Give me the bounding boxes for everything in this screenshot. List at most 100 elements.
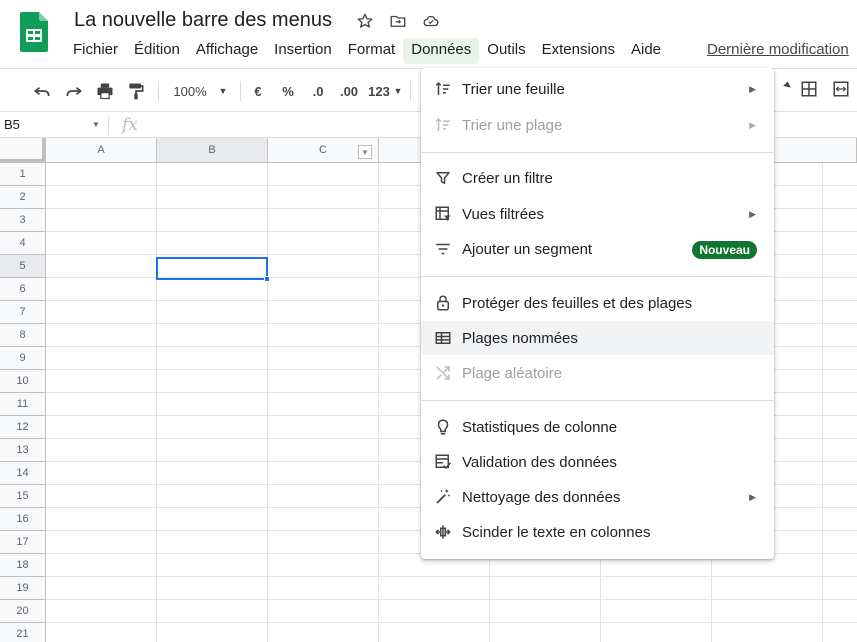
move-folder-icon[interactable] xyxy=(387,10,409,32)
row-header[interactable]: 10 xyxy=(0,370,46,393)
menu-affichage[interactable]: Affichage xyxy=(188,38,266,64)
menu-option-label: Créer un filtre xyxy=(462,169,553,187)
split-icon xyxy=(433,523,453,541)
zoom-chevron-down-icon[interactable]: ▼ xyxy=(216,79,230,103)
decrease-decimals-button[interactable]: .0 xyxy=(306,79,330,103)
fill-handle[interactable] xyxy=(264,276,270,282)
row-header[interactable]: 3 xyxy=(0,209,46,232)
menu-option-trier-feuille[interactable]: Trier une feuille ▶ xyxy=(421,72,774,106)
row-header[interactable]: 11 xyxy=(0,393,46,416)
row-header[interactable]: 5 xyxy=(0,255,46,278)
slicer-icon xyxy=(433,240,453,258)
row-header[interactable]: 18 xyxy=(0,554,46,577)
title-bar: La nouvelle barre des menus Fichier Édit… xyxy=(0,0,857,68)
row-header[interactable]: 21 xyxy=(0,623,46,642)
menu-option-proteger[interactable]: Protéger des feuilles et des plages xyxy=(421,286,774,320)
row-header[interactable]: 6 xyxy=(0,278,46,301)
row-header[interactable]: 7 xyxy=(0,301,46,324)
grid-line xyxy=(46,622,857,623)
row-header[interactable]: 19 xyxy=(0,577,46,600)
menu-divider xyxy=(421,276,774,277)
menu-option-label: Nettoyage des données xyxy=(462,488,621,506)
sort-icon xyxy=(433,80,453,98)
row-header[interactable]: 14 xyxy=(0,462,46,485)
menu-option-plages-nommees[interactable]: Plages nommées xyxy=(421,321,774,355)
menu-donnees[interactable]: Données xyxy=(403,38,480,64)
menu-outils[interactable]: Outils xyxy=(479,38,533,64)
grid-line xyxy=(267,163,268,642)
row-header[interactable]: 15 xyxy=(0,485,46,508)
merge-cells-icon[interactable] xyxy=(830,78,852,100)
formats-chevron-down-icon[interactable]: ▼ xyxy=(392,79,404,103)
formula-divider xyxy=(108,116,109,134)
more-formats-button[interactable]: 123 xyxy=(366,79,392,103)
filter-icon xyxy=(433,169,453,187)
row-header[interactable]: 8 xyxy=(0,324,46,347)
toolbar-divider xyxy=(158,81,159,101)
menu-bar: Fichier Édition Affichage Insertion Form… xyxy=(65,38,669,64)
row-header[interactable]: 17 xyxy=(0,531,46,554)
paint-format-icon[interactable] xyxy=(124,79,148,103)
column-filter-icon[interactable]: ▼ xyxy=(358,145,372,159)
menu-option-label: Protéger des feuilles et des plages xyxy=(462,294,693,312)
grid-line xyxy=(46,576,857,577)
menu-option-scinder[interactable]: Scinder le texte en colonnes xyxy=(421,515,774,549)
column-header-a[interactable]: A xyxy=(46,138,157,163)
grid-line xyxy=(378,163,379,642)
star-icon[interactable] xyxy=(354,10,376,32)
menu-option-label: Ajouter un segment xyxy=(462,240,593,258)
menu-option-label: Scinder le texte en colonnes xyxy=(462,523,651,541)
menu-insertion[interactable]: Insertion xyxy=(266,38,340,64)
undo-icon[interactable] xyxy=(30,79,54,103)
menu-format[interactable]: Format xyxy=(340,38,404,64)
toolbar-divider xyxy=(240,81,241,101)
new-badge: Nouveau xyxy=(692,241,757,259)
fill-color-icon[interactable] xyxy=(776,78,798,100)
menu-option-validation[interactable]: Validation des données xyxy=(421,445,774,479)
menu-extensions[interactable]: Extensions xyxy=(534,38,623,64)
name-box-chevron-down-icon[interactable]: ▼ xyxy=(92,120,100,129)
menu-option-plage-aleatoire[interactable]: Plage aléatoire xyxy=(421,356,774,390)
zoom-select[interactable]: 100% xyxy=(168,79,212,103)
menu-option-vues-filtrees[interactable]: Vues filtrées ▶ xyxy=(421,197,774,231)
menu-divider xyxy=(421,400,774,401)
last-edit-link[interactable]: Dernière modification xyxy=(707,41,849,58)
currency-button[interactable]: € xyxy=(248,79,268,103)
menu-option-creer-filtre[interactable]: Créer un filtre xyxy=(421,161,774,195)
menu-option-label: Plage aléatoire xyxy=(462,364,563,382)
menu-option-nettoyage[interactable]: Nettoyage des données ▶ xyxy=(421,480,774,514)
grid-line xyxy=(46,599,857,600)
toolbar-divider xyxy=(410,81,411,101)
lock-icon xyxy=(433,294,453,312)
menu-edition[interactable]: Édition xyxy=(126,38,188,64)
select-all-corner[interactable] xyxy=(0,138,46,163)
print-icon[interactable] xyxy=(93,79,117,103)
row-header[interactable]: 4 xyxy=(0,232,46,255)
menu-option-statistiques[interactable]: Statistiques de colonne xyxy=(421,410,774,444)
increase-decimals-button[interactable]: .00 xyxy=(336,79,362,103)
row-header[interactable]: 12 xyxy=(0,416,46,439)
percent-button[interactable]: % xyxy=(278,79,298,103)
menu-option-ajouter-segment[interactable]: Ajouter un segment Nouveau xyxy=(421,232,774,266)
magic-wand-icon xyxy=(433,488,453,506)
sheets-logo-icon[interactable] xyxy=(20,12,48,52)
row-header[interactable]: 1 xyxy=(0,163,46,186)
menu-aide[interactable]: Aide xyxy=(623,38,669,64)
menu-option-label: Statistiques de colonne xyxy=(462,418,618,436)
name-box[interactable]: B5 xyxy=(4,117,20,132)
row-header[interactable]: 16 xyxy=(0,508,46,531)
column-header-b[interactable]: B xyxy=(157,138,268,163)
row-header[interactable]: 9 xyxy=(0,347,46,370)
document-title[interactable]: La nouvelle barre des menus xyxy=(74,9,332,32)
row-header[interactable]: 2 xyxy=(0,186,46,209)
menu-option-trier-plage[interactable]: Trier une plage ▶ xyxy=(421,108,774,142)
menu-option-label: Trier une feuille xyxy=(462,80,565,98)
row-header[interactable]: 20 xyxy=(0,600,46,623)
redo-icon[interactable] xyxy=(62,79,86,103)
selected-cell[interactable] xyxy=(156,257,268,280)
borders-icon[interactable] xyxy=(798,78,820,100)
lightbulb-icon xyxy=(433,418,453,436)
row-header[interactable]: 13 xyxy=(0,439,46,462)
menu-fichier[interactable]: Fichier xyxy=(65,38,126,64)
cloud-status-icon[interactable] xyxy=(420,10,442,32)
